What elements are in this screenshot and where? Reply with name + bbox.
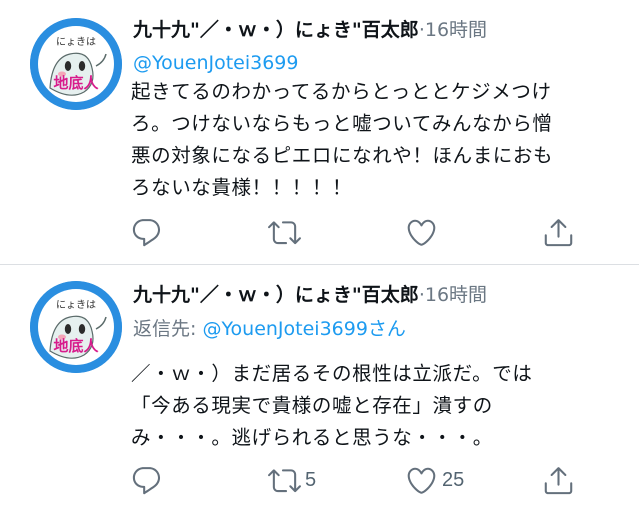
svg-text:地底人: 地底人 — [53, 74, 99, 92]
timestamp[interactable]: 16時間 — [425, 284, 487, 306]
share-button[interactable] — [542, 214, 575, 250]
tweet-text: ／・ｗ・）まだ居るその根性は立派だ。では 「今ある現実で貴様の嘘と存在」潰すの … — [131, 362, 533, 449]
like-count: 25 — [442, 468, 465, 491]
share-button[interactable] — [542, 462, 575, 498]
retweet-icon — [268, 220, 301, 244]
reply-context: 返信先: @YouenJotei3699さん — [133, 316, 406, 342]
svg-text:地底人: 地底人 — [53, 337, 99, 355]
like-icon — [407, 467, 436, 494]
display-name[interactable]: 九十九"／・ｗ・）にょき"百太郎 — [133, 19, 419, 41]
avatar[interactable]: にょきは 地底人 — [30, 18, 122, 110]
action-bar: 5 25 — [130, 462, 590, 498]
tweet[interactable]: にょきは 地底人 九十九"／・ｗ・）にょき"百太郎·16時間 返信先: @You… — [0, 265, 639, 510]
reply-icon — [132, 466, 161, 494]
svg-text:にょきは: にょきは — [56, 36, 96, 48]
tweet-text: 起きてるのわかってるからとっととケジメつけ ろ。つけないならもっと嘘ついてみんな… — [131, 80, 554, 199]
avatar[interactable]: にょきは 地底人 — [30, 281, 122, 373]
user-handle[interactable]: @YouenJotei3699 — [133, 50, 298, 76]
like-button[interactable]: 25 — [405, 462, 464, 498]
like-button[interactable] — [405, 214, 442, 250]
svg-text:にょきは: にょきは — [56, 299, 96, 311]
reply-button[interactable] — [130, 462, 167, 498]
retweet-icon — [268, 468, 301, 492]
reply-prefix: 返信先: — [133, 318, 203, 340]
reply-button[interactable] — [130, 214, 167, 250]
like-icon — [407, 219, 436, 246]
retweet-count: 5 — [305, 468, 317, 491]
share-icon — [544, 466, 573, 494]
avatar-image: にょきは 地底人 — [30, 281, 122, 373]
action-bar — [130, 214, 590, 250]
tweet-header: 九十九"／・ｗ・）にょき"百太郎·16時間 — [133, 281, 487, 309]
share-icon — [544, 218, 573, 246]
tweet[interactable]: にょきは 地底人 九十九"／・ｗ・）にょき"百太郎·16時間 @YouenJot… — [0, 0, 639, 264]
reply-icon — [132, 218, 161, 246]
tweet-header: 九十九"／・ｗ・）にょき"百太郎·16時間 — [133, 16, 487, 44]
timestamp[interactable]: 16時間 — [425, 19, 487, 41]
display-name[interactable]: 九十九"／・ｗ・）にょき"百太郎 — [133, 284, 419, 306]
retweet-button[interactable]: 5 — [268, 462, 316, 498]
retweet-button[interactable] — [268, 214, 305, 250]
avatar-image: にょきは 地底人 — [30, 18, 122, 110]
reply-mention[interactable]: @YouenJotei3699さん — [202, 318, 405, 340]
